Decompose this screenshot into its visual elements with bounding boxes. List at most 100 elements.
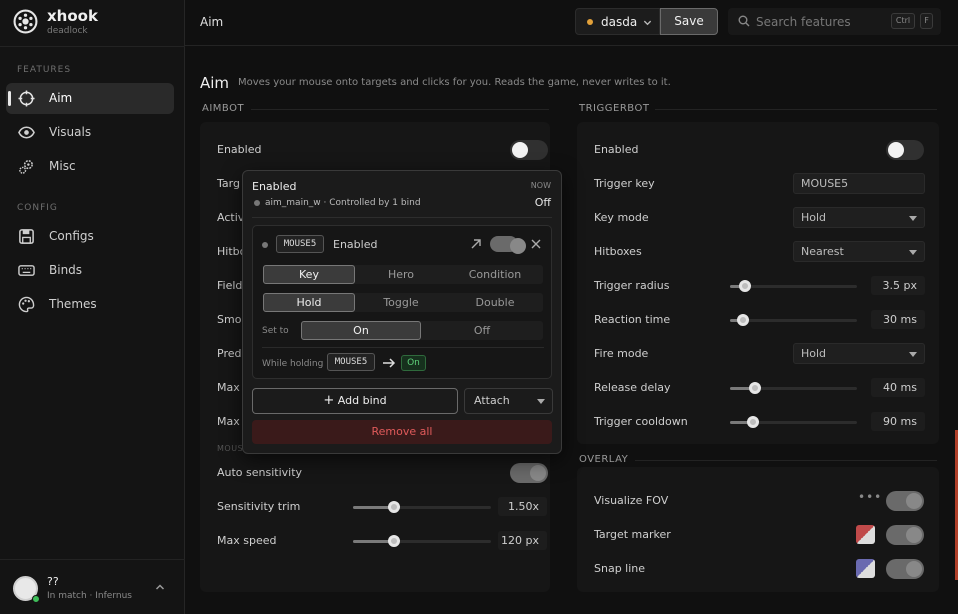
crosshair-icon [18,90,35,107]
visualize-fov-label: Visualize FOV [594,494,669,507]
caret-down-icon [909,250,917,255]
sidebar-item-themes[interactable]: Themes [6,289,174,320]
tab-condition[interactable]: Condition [447,265,543,284]
triggerbot-enabled-toggle[interactable] [886,140,924,160]
fire-mode-select[interactable]: Hold [793,343,925,364]
slider-thumb[interactable] [739,280,752,292]
key-mode-value: Hold [801,211,827,224]
sidebar-item-visuals[interactable]: Visuals [6,117,174,148]
trigger-radius-slider[interactable] [730,280,857,292]
online-status-dot [32,595,40,603]
search-box[interactable]: Ctrl F [728,8,941,35]
divider [262,347,544,348]
snap-line-toggle[interactable] [886,559,924,579]
sensitivity-trim-slider[interactable] [353,501,491,513]
save-button[interactable]: Save [660,8,718,35]
target-marker-label: Target marker [594,528,671,541]
aimbot-enabled-toggle[interactable] [510,140,548,160]
divider [252,217,552,218]
target-marker-toggle[interactable] [886,525,924,545]
prediction-label: Pred [217,347,242,360]
result-badge: On [401,355,426,371]
visualize-fov-toggle[interactable] [886,491,924,511]
triggerbot-panel: Enabled Trigger key MOUSE5 Key mode Hold… [577,122,939,444]
bind-enabled-toggle[interactable] [490,236,526,254]
set-to-tabs: On Off [301,321,543,340]
set-to-off[interactable]: Off [421,321,543,340]
caret-down-icon [537,399,545,404]
page-title: Aim [200,74,230,92]
sidebar-item-binds[interactable]: Binds [6,255,174,286]
hitboxes-value: Nearest [801,245,844,258]
tab-hold[interactable]: Hold [263,293,355,312]
trigger-radius-value[interactable]: 3.5 px [871,276,925,295]
profile-selector[interactable]: dasda [575,8,660,35]
keyboard-icon [18,265,35,276]
slider-thumb[interactable] [736,314,749,326]
features-section-label: FEATURES [17,65,72,75]
variable-name: aim_main_w [265,198,321,208]
auto-sensitivity-toggle[interactable] [510,463,548,483]
release-delay-slider[interactable] [730,382,857,394]
save-icon [19,229,34,244]
max-speed-value[interactable]: 120 px [498,531,547,550]
sidebar-item-misc[interactable]: Misc [6,151,174,182]
field-label: Field [217,279,243,292]
sensitivity-trim-value[interactable]: 1.50x [498,497,547,516]
eye-icon [18,126,35,139]
bind-popover: Enabled NOW Off aim_main_w · Controlled … [242,170,562,454]
tab-double[interactable]: Double [447,293,543,312]
remove-all-button[interactable]: Remove all [252,420,552,444]
chevron-up-icon[interactable] [155,582,165,592]
shortcut-key-f: F [920,13,933,29]
sidebar-item-label: Themes [49,297,97,311]
user-profile[interactable]: ?? In match · Infernus [0,559,185,614]
reaction-time-value[interactable]: 30 ms [871,310,925,329]
popover-title: Enabled [252,180,297,193]
trigger-cooldown-label: Trigger cooldown [594,415,688,428]
gears-icon [19,160,33,174]
more-options-icon[interactable]: ••• [858,490,882,504]
hitboxes-select[interactable]: Nearest [793,241,925,262]
add-bind-label: Add bind [337,394,387,407]
trigger-cooldown-value[interactable]: 90 ms [871,412,925,431]
slider-thumb[interactable] [388,535,401,547]
triggerbot-enabled-label: Enabled [594,143,639,156]
tab-key[interactable]: Key [263,265,355,284]
slider-thumb[interactable] [388,501,401,513]
sidebar-item-aim[interactable]: Aim [6,83,174,114]
max-speed-slider[interactable] [353,535,491,547]
current-state: Off [534,196,551,209]
search-input[interactable] [756,8,886,35]
close-icon[interactable] [531,239,541,249]
sidebar-item-label: Visuals [49,125,92,139]
trigger-cooldown-slider[interactable] [730,416,857,428]
breadcrumb: Aim [200,15,224,29]
snap-line-color-swatch[interactable] [856,559,875,578]
trigger-radius-label: Trigger radius [594,279,670,292]
smoothing-label: Smo [217,313,242,326]
reaction-time-slider[interactable] [730,314,857,326]
trigger-key-field[interactable]: MOUSE5 [793,173,925,194]
add-bind-button[interactable]: + Add bind [252,388,458,414]
set-to-on[interactable]: On [301,321,421,340]
snap-line-label: Snap line [594,562,646,575]
tab-hero[interactable]: Hero [355,265,447,284]
sidebar-item-configs[interactable]: Configs [6,221,174,252]
bind-key[interactable]: MOUSE5 [276,235,324,253]
attach-select[interactable]: Attach [464,388,553,414]
slider-thumb[interactable] [749,382,762,394]
slider-thumb[interactable] [746,416,759,428]
sensitivity-trim-label: Sensitivity trim [217,500,301,513]
max-label: Max [217,381,240,394]
key-mode-select[interactable]: Hold [793,207,925,228]
tab-toggle[interactable]: Toggle [355,293,447,312]
divider [655,109,937,110]
brand-subtitle: deadlock [47,26,88,36]
hitboxes-label: Hitboxes [594,245,642,258]
sidebar-item-label: Configs [49,229,94,243]
sidebar: xhook deadlock FEATURES Aim Visuals Misc… [0,0,185,614]
target-marker-color-swatch[interactable] [856,525,875,544]
open-external-icon[interactable] [470,238,482,250]
release-delay-value[interactable]: 40 ms [871,378,925,397]
